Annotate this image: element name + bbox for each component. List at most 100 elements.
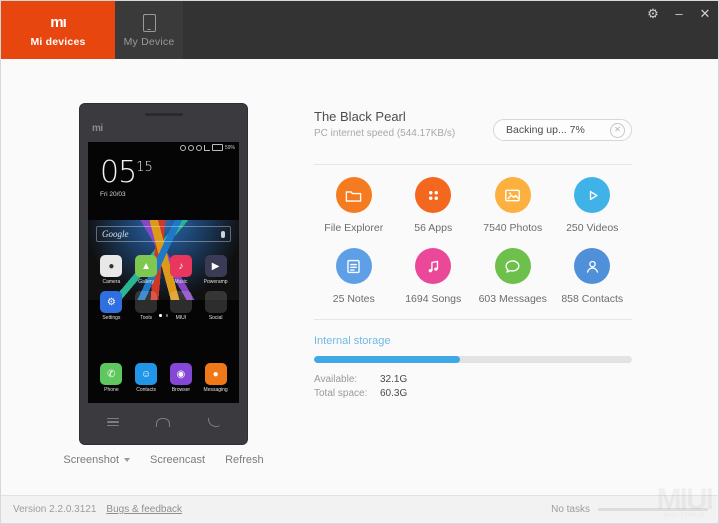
phone-app[interactable]: Tools (129, 291, 164, 321)
storage-title: Internal storage (314, 335, 391, 347)
total-row: Total space: 60.3G (314, 388, 632, 399)
phone-clock: 0515 Fri 20/03 (88, 153, 239, 198)
phone-app[interactable]: ▲ Gallery (129, 255, 164, 285)
phone-app-label: Browser (171, 387, 191, 393)
battery-icon (211, 144, 223, 151)
alarm-icon (179, 144, 186, 151)
phone-action-bar: Screenshot Screencast Refresh (63, 454, 263, 466)
tile-music-note[interactable]: 1694 Songs (394, 248, 474, 305)
phone-app[interactable]: ● Camera (94, 255, 129, 285)
phone-app[interactable]: ● Messaging (198, 363, 233, 393)
phone-app[interactable]: ◉ Browser (164, 363, 199, 393)
tile-apps-grid[interactable]: 56 Apps (394, 177, 474, 234)
phone-app-label: Poweramp (203, 279, 228, 285)
chevron-down-icon[interactable] (124, 458, 131, 462)
version-label: Version 2.2.0.3121 (13, 504, 97, 515)
browser-app-icon: ◉ (169, 363, 192, 385)
phone-app-label: Gallery (138, 279, 155, 285)
home-icon[interactable] (156, 417, 171, 427)
phone-app[interactable]: ☺ Contacts (129, 363, 164, 393)
close-icon[interactable]: ✕ (610, 122, 625, 138)
battery-percent-label: 59% (224, 144, 235, 151)
gallery-app-icon: ▲ (135, 255, 158, 277)
clock-minute: 15 (136, 160, 153, 175)
back-icon[interactable] (208, 417, 221, 427)
screenshot-button[interactable]: Screenshot (53, 454, 140, 466)
tab-mi-devices[interactable]: mı Mi devices (1, 1, 115, 59)
phone-app-label: Messaging (203, 387, 228, 393)
play-icon (574, 177, 611, 213)
phone-app-label: Camera (102, 279, 121, 285)
tab-my-device-label: My Device (123, 35, 175, 48)
tasks-area: No tasks (551, 504, 708, 515)
phone-app[interactable]: ✆ Phone (94, 363, 129, 393)
tasks-progress-track (598, 508, 708, 511)
tools-app-icon (135, 291, 158, 313)
settings-gear-button[interactable]: ⚙ (646, 7, 660, 20)
google-logo-text: Google (102, 229, 129, 239)
bluetooth-icon (187, 144, 194, 151)
tile-image[interactable]: 7540 Photos (473, 177, 553, 234)
page-indicator (88, 314, 239, 317)
phone-navbar (88, 406, 239, 438)
tile-label: 25 Notes (332, 293, 375, 305)
mi-logo-icon: mı (50, 13, 66, 33)
screencast-label: Screencast (150, 454, 206, 466)
image-icon (494, 177, 531, 213)
phone-screen[interactable]: 59% 0515 Fri 20/03 Google ● Camera ▲ Galler… (88, 142, 239, 403)
phone-frame: mi 59% 0515 Fri 20/03 Google ● Camera ▲ … (80, 104, 247, 444)
screencast-button[interactable]: Screencast (140, 454, 215, 466)
phone-preview: mi 59% 0515 Fri 20/03 Google ● Camera ▲ … (63, 104, 264, 466)
tile-label: File Explorer (324, 222, 384, 234)
social-app-icon (204, 291, 227, 313)
folder-icon (335, 177, 372, 213)
tile-label: 858 Contacts (561, 293, 624, 305)
tile-person[interactable]: 858 Contacts (553, 248, 633, 305)
tile-folder[interactable]: File Explorer (314, 177, 394, 234)
poweramp-app-icon: ▶ (204, 255, 227, 277)
available-row: Available: 32.1G (314, 374, 632, 385)
minimize-button[interactable]: – (672, 7, 686, 20)
apps-grid-icon (415, 177, 452, 213)
close-button[interactable]: ✕ (698, 7, 712, 20)
bugs-feedback-link[interactable]: Bugs & feedback (106, 504, 182, 515)
messaging-app-icon: ● (204, 363, 227, 385)
signal-icon (203, 144, 210, 151)
backup-status-button[interactable]: Backing up... 7% ✕ (493, 119, 632, 141)
settings-icon (195, 144, 202, 151)
phone-app[interactable]: ♪ Music (164, 255, 199, 285)
phone-dock: ✆ Phone ☺ Contacts ◉ Browser ● Messaging (88, 363, 239, 399)
available-value: 32.1G (380, 374, 408, 385)
google-search-bar[interactable]: Google (96, 226, 231, 242)
page-dot (159, 314, 162, 317)
tile-label: 250 Videos (566, 222, 619, 234)
tile-label: 1694 Songs (405, 293, 462, 305)
clock-hour: 05 (100, 155, 137, 190)
storage-details: Available: 32.1G Total space: 60.3G (314, 374, 632, 399)
mi-logo-glyph: mı (50, 14, 66, 31)
phone-app[interactable]: MIUI (164, 291, 199, 321)
settings-app-icon: ⚙ (100, 291, 123, 313)
menu-icon[interactable] (106, 417, 119, 427)
window-controls: ⚙ – ✕ (646, 7, 712, 20)
tile-play[interactable]: 250 Videos (553, 177, 633, 234)
clock-time: 0515 (100, 158, 239, 188)
phone-app[interactable]: ⚙ Settings (94, 291, 129, 321)
tab-my-device[interactable]: My Device (115, 1, 183, 59)
music-note-icon (415, 248, 452, 284)
tab-mi-devices-label: Mi devices (30, 35, 86, 48)
divider-top (314, 164, 632, 165)
phone-app[interactable]: ▶ Poweramp (198, 255, 233, 285)
phone-brand-label: mi (92, 123, 103, 134)
shortcut-tiles: File Explorer 56 Apps 7540 Photos 250 Video… (314, 177, 632, 319)
phone-statusbar: 59% (88, 142, 239, 153)
phone-app[interactable]: Social (198, 291, 233, 321)
main-content: mi 59% 0515 Fri 20/03 Google ● Camera ▲ … (1, 59, 718, 496)
tile-chat-bubble[interactable]: 603 Messages (473, 248, 553, 305)
refresh-label: Refresh (225, 454, 264, 466)
refresh-button[interactable]: Refresh (215, 454, 274, 466)
tile-label: 56 Apps (414, 222, 453, 234)
available-label: Available: (314, 374, 358, 385)
titlebar: mı Mi devices My Device ⚙ – ✕ (1, 1, 718, 59)
tile-notes[interactable]: 25 Notes (314, 248, 394, 305)
